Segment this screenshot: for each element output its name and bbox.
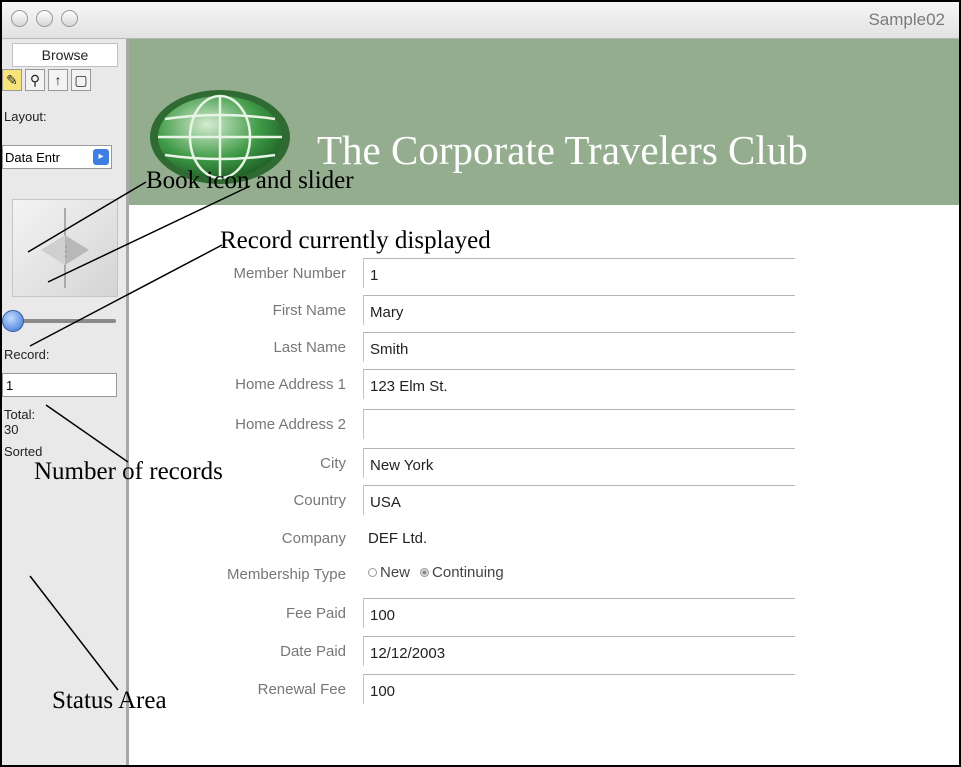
callout-book-icon-and-slider: Book icon and slider: [146, 167, 354, 194]
callout-line-record: [29, 244, 223, 347]
callout-status-area: Status Area: [52, 687, 167, 714]
callout-line-total: [45, 404, 129, 463]
callout-line-book-icon: [27, 181, 147, 253]
callout-record-currently-displayed: Record currently displayed: [220, 227, 491, 254]
callout-lines: [27, 181, 251, 691]
callout-line-status-area: [29, 575, 119, 691]
callout-number-of-records: Number of records: [34, 458, 223, 485]
